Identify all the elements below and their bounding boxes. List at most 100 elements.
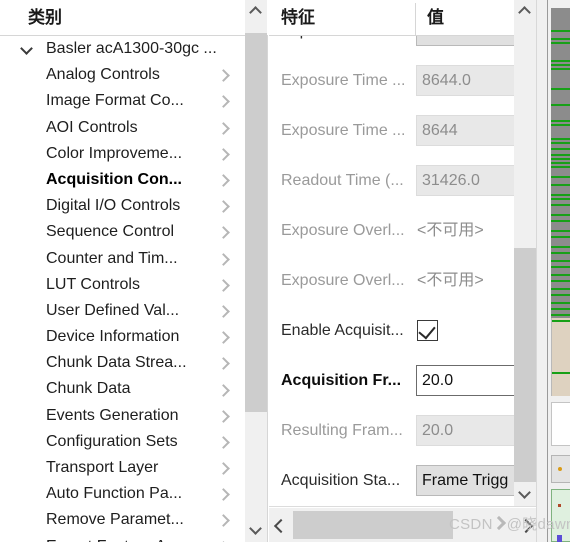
chevron-right-icon[interactable] xyxy=(219,149,229,159)
header-column-divider[interactable] xyxy=(415,3,416,35)
chevron-right-icon[interactable] xyxy=(219,358,229,368)
feature-name: Exposure Overl... xyxy=(281,222,405,239)
category-item[interactable]: Events Generation xyxy=(0,403,245,429)
feature-row[interactable]: Acquisition Fr... 20.0 xyxy=(269,356,514,406)
feature-name: Readout Time (... xyxy=(281,172,404,189)
feature-row[interactable]: Acquisition Sta... Frame Trigg xyxy=(269,456,514,506)
background-button[interactable] xyxy=(551,455,570,483)
chevron-right-icon[interactable] xyxy=(219,123,229,133)
chevron-right-icon[interactable] xyxy=(219,96,229,106)
chevron-right-icon[interactable] xyxy=(219,70,229,80)
chevron-right-icon[interactable] xyxy=(219,437,229,447)
chevron-right-icon[interactable] xyxy=(219,385,229,395)
chevron-right-icon[interactable] xyxy=(219,254,229,264)
category-item-label: Sequence Control xyxy=(46,223,175,241)
chevron-right-icon[interactable] xyxy=(219,515,229,525)
feature-row[interactable]: Exposure Overl... <不可用> xyxy=(269,206,514,256)
category-tree[interactable]: Basler acA1300-30gc ... Analog Controls Im… xyxy=(0,36,245,542)
category-scroll-up-button[interactable] xyxy=(245,0,267,24)
feature-scroll-right-button[interactable] xyxy=(514,508,536,542)
code-minimap[interactable] xyxy=(551,8,570,318)
category-item[interactable]: Configuration Sets xyxy=(0,429,245,455)
minimap-line xyxy=(551,236,570,238)
feature-value-checkbox[interactable] xyxy=(417,320,438,341)
feature-scroll-up-button[interactable] xyxy=(514,0,536,24)
minimap-line xyxy=(551,302,570,304)
category-item[interactable]: Expert Feature Ac... xyxy=(0,534,245,542)
feature-hscroll-thumb[interactable] xyxy=(293,511,453,539)
feature-horizontal-scrollbar[interactable] xyxy=(269,508,536,542)
category-item-label: Auto Function Pa... xyxy=(46,485,183,503)
minimap-line xyxy=(551,124,570,126)
category-item[interactable]: Image Format Co... xyxy=(0,88,245,114)
feature-row[interactable]: Resulting Fram... 20.0 xyxy=(269,406,514,456)
chevron-right-icon[interactable] xyxy=(219,280,229,290)
feature-value-input[interactable]: 20.0 xyxy=(416,365,514,396)
feature-row[interactable]: Exposure Time ... 8644.0 xyxy=(269,56,514,106)
feature-name: Resulting Fram... xyxy=(281,422,403,439)
category-item-label: Configuration Sets xyxy=(46,432,178,450)
feature-row[interactable]: Exposure Overl... <不可用> xyxy=(269,256,514,306)
feature-row[interactable]: Readout Time (... 31426.0 xyxy=(269,156,514,206)
category-item[interactable]: Analog Controls xyxy=(0,62,245,88)
category-vertical-scrollbar[interactable] xyxy=(245,0,267,542)
feature-row[interactable]: Exposure Time ... 8644 xyxy=(269,106,514,156)
feature-row[interactable]: Enable Acquisit... xyxy=(269,306,514,356)
category-item-label: AOI Controls xyxy=(46,118,138,136)
category-item[interactable]: Remove Paramet... xyxy=(0,507,245,533)
category-header-label: 类别 xyxy=(28,8,62,27)
feature-value-dropdown[interactable]: Off xyxy=(416,36,514,46)
feature-panel-bottom-divider xyxy=(269,506,536,507)
chevron-right-icon[interactable] xyxy=(219,227,229,237)
minimap-line xyxy=(551,230,570,232)
feature-scroll-down-button[interactable] xyxy=(514,482,536,506)
feature-vertical-scrollbar[interactable] xyxy=(514,0,536,506)
value-header-label: 值 xyxy=(427,8,444,27)
category-item[interactable]: Auto Function Pa... xyxy=(0,481,245,507)
feature-value-dropdown[interactable]: Frame Trigg xyxy=(416,465,514,496)
chevron-right-icon[interactable] xyxy=(219,463,229,473)
category-item[interactable]: Chunk Data Strea... xyxy=(0,350,245,376)
marker-block-icon xyxy=(557,535,562,542)
chevron-down-icon[interactable] xyxy=(21,44,32,55)
category-item[interactable]: Chunk Data xyxy=(0,376,245,402)
minimap-line xyxy=(551,260,570,262)
chevron-right-icon[interactable] xyxy=(219,306,229,316)
category-item[interactable]: Digital I/O Controls xyxy=(0,193,245,219)
chevron-left-icon xyxy=(276,520,286,530)
chevron-right-icon[interactable] xyxy=(219,175,229,185)
category-item[interactable]: Acquisition Con... xyxy=(0,167,245,193)
minimap-line xyxy=(551,246,570,248)
minimap-line xyxy=(551,294,570,296)
feature-grid[interactable]: Exposure AutoOffExposure Time ...8644.0E… xyxy=(269,36,514,506)
feature-header: 特征 值 xyxy=(269,0,514,36)
chevron-right-icon[interactable] xyxy=(219,201,229,211)
category-item[interactable]: User Defined Val... xyxy=(0,298,245,324)
features-panel-window: 类别 Basler acA1300-30gc ... Analog Control… xyxy=(0,0,570,542)
background-app-strip xyxy=(536,0,570,542)
feature-scroll-thumb[interactable] xyxy=(514,248,536,482)
feature-row[interactable]: Exposure Auto Off xyxy=(269,36,514,56)
minimap-line xyxy=(551,266,570,268)
category-item[interactable]: LUT Controls xyxy=(0,272,245,298)
category-item[interactable]: Transport Layer xyxy=(0,455,245,481)
chevron-right-icon[interactable] xyxy=(219,489,229,499)
chevron-right-icon[interactable] xyxy=(219,332,229,342)
category-scroll-down-button[interactable] xyxy=(245,518,267,542)
chevron-right-icon[interactable] xyxy=(219,411,229,421)
feature-scroll-left-button[interactable] xyxy=(269,508,291,542)
category-item[interactable]: AOI Controls xyxy=(0,115,245,141)
minimap-line xyxy=(551,120,570,122)
category-item[interactable]: Sequence Control xyxy=(0,219,245,245)
category-item[interactable]: Device Information xyxy=(0,324,245,350)
category-item[interactable]: Basler acA1300-30gc ... xyxy=(0,36,245,62)
category-item-label: Remove Paramet... xyxy=(46,511,184,529)
minimap-line xyxy=(551,158,570,160)
minimap-line xyxy=(551,68,570,70)
warning-dot-icon xyxy=(558,467,562,471)
category-item-label: Transport Layer xyxy=(46,459,159,476)
category-item[interactable]: Counter and Tim... xyxy=(0,246,245,272)
category-scroll-thumb[interactable] xyxy=(245,33,267,412)
category-item[interactable]: Color Improveme... xyxy=(0,141,245,167)
category-item-label: LUT Controls xyxy=(46,275,140,293)
